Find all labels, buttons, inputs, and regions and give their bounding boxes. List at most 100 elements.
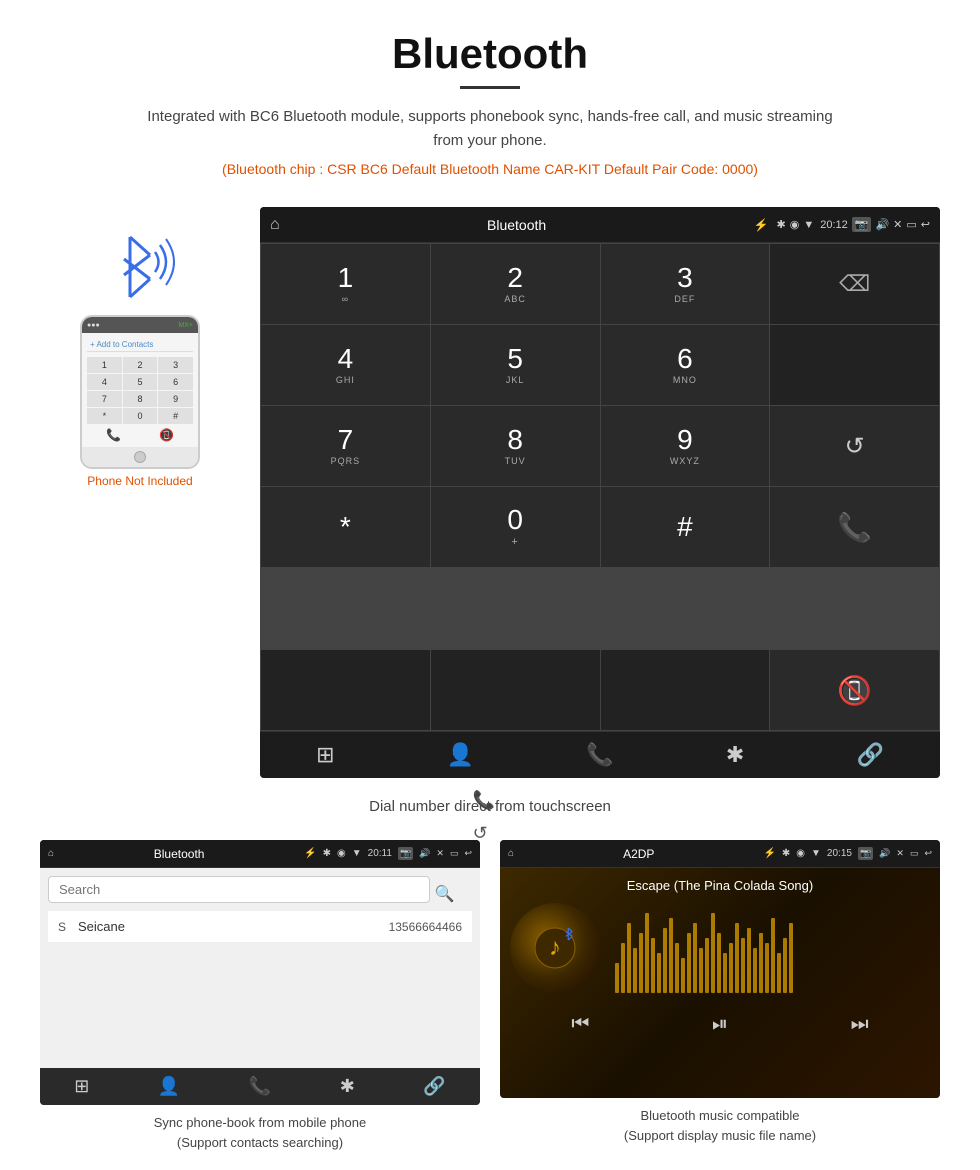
close-icon[interactable]: ✕	[893, 218, 902, 231]
pb-link-icon[interactable]: 🔗	[423, 1076, 445, 1097]
phonebook-search[interactable]	[48, 876, 430, 903]
bottom-contacts-icon[interactable]: 👤	[447, 742, 474, 768]
window-icon[interactable]: ▭	[906, 218, 916, 231]
contact-letter: S	[58, 920, 78, 934]
home-icon[interactable]: ⌂	[270, 216, 280, 234]
pb-win-icon[interactable]: ▭	[450, 848, 459, 859]
pb-right-refresh-icon[interactable]: ↺	[473, 840, 480, 844]
pb-close-icon[interactable]: ✕	[436, 848, 444, 859]
pb-loc-icon: ◉	[337, 848, 346, 859]
pb-cam-icon[interactable]: 📷	[398, 847, 413, 860]
dial-key-7[interactable]: 7 PQRS	[261, 406, 430, 486]
music-usb-icon: ⚡	[763, 848, 775, 859]
album-art: ♪	[510, 903, 600, 993]
music-controls: ⏮ ⏯ ⏭	[510, 1008, 930, 1041]
pb-status-bar: ⌂ Bluetooth ⚡ ✱ ◉ ▼ 20:11 📷 🔊 ✕ ▭ ↩	[40, 840, 480, 868]
pb-app-title: Bluetooth	[60, 847, 298, 861]
dial-key-refresh[interactable]: ↺	[770, 406, 939, 486]
music-home-icon[interactable]: ⌂	[508, 848, 514, 859]
smartphone-mock: ●●● MX+ + Add to Contacts 123 456 789 *0…	[80, 315, 200, 469]
dial-key-empty-last2	[431, 650, 600, 730]
prev-track-icon[interactable]: ⏮	[571, 1013, 589, 1036]
dial-key-8[interactable]: 8 TUV	[431, 406, 600, 486]
contact-name: Seicane	[78, 919, 389, 934]
sp-home-button	[134, 451, 146, 463]
dial-key-empty-last3	[601, 650, 770, 730]
music-cam-icon[interactable]: 📷	[858, 847, 873, 860]
back-icon[interactable]: ↩	[921, 218, 930, 231]
page-title: Bluetooth	[20, 30, 960, 78]
app-title: Bluetooth	[288, 217, 746, 233]
pb-caption-line1: Sync phone-book from mobile phone	[154, 1115, 366, 1130]
svg-text:♪: ♪	[549, 934, 561, 961]
phonebook-block: ⌂ Bluetooth ⚡ ✱ ◉ ▼ 20:11 📷 🔊 ✕ ▭ ↩ 🔍	[40, 840, 480, 1160]
contact-row[interactable]: S Seicane 13566664466	[48, 911, 472, 942]
music-loc-icon: ◉	[796, 848, 805, 859]
music-song-title: Escape (The Pina Colada Song)	[627, 878, 813, 893]
page-header: Bluetooth Integrated with BC6 Bluetooth …	[0, 0, 980, 197]
dialpad-grid: 1 ∞ 2 ABC 3 DEF ⌫ 4 GHI 5 JKL	[260, 243, 940, 649]
music-win-icon[interactable]: ▭	[910, 848, 919, 859]
pb-home-icon[interactable]: ⌂	[48, 848, 54, 859]
music-content: Escape (The Pina Colada Song) ♪	[500, 868, 940, 1098]
main-screen-area: ●●● MX+ + Add to Contacts 123 456 789 *0…	[0, 197, 980, 788]
bottom-screens: ⌂ Bluetooth ⚡ ✱ ◉ ▼ 20:11 📷 🔊 ✕ ▭ ↩ 🔍	[0, 830, 980, 1170]
dial-key-call[interactable]: 📞	[770, 487, 939, 567]
play-pause-icon[interactable]: ⏯	[712, 1013, 728, 1036]
dial-key-4[interactable]: 4 GHI	[261, 325, 430, 405]
phonebook-caption: Sync phone-book from mobile phone (Suppo…	[149, 1105, 371, 1160]
dial-key-end-call[interactable]: 📵	[770, 650, 939, 730]
pb-phone-icon[interactable]: 📞	[249, 1076, 271, 1097]
bottom-link-icon[interactable]: 🔗	[856, 742, 883, 768]
pb-vol-icon[interactable]: 🔊	[419, 848, 430, 859]
bluetooth-waves	[90, 227, 190, 307]
title-underline	[460, 86, 520, 89]
dial-key-0[interactable]: 0 +	[431, 487, 600, 567]
dial-key-3[interactable]: 3 DEF	[601, 244, 770, 324]
dial-key-2[interactable]: 2 ABC	[431, 244, 600, 324]
time-display: 20:12	[820, 219, 848, 231]
signal-icon: ▼	[803, 219, 814, 231]
music-back-icon[interactable]: ↩	[924, 848, 932, 859]
music-close-icon[interactable]: ✕	[896, 848, 904, 859]
next-track-icon[interactable]: ⏭	[851, 1013, 869, 1036]
phone-not-included: Phone Not Included	[87, 474, 192, 488]
bt-icon: ✱	[777, 218, 786, 231]
dial-key-empty-r2	[770, 325, 939, 405]
phonebook-screen: ⌂ Bluetooth ⚡ ✱ ◉ ▼ 20:11 📷 🔊 ✕ ▭ ↩ 🔍	[40, 840, 480, 1105]
bottom-bt-icon[interactable]: ✱	[726, 742, 744, 768]
dial-key-5[interactable]: 5 JKL	[431, 325, 600, 405]
dial-key-star[interactable]: *	[261, 487, 430, 567]
music-app-title: A2DP	[520, 847, 757, 861]
music-caption: Bluetooth music compatible (Support disp…	[619, 1098, 821, 1153]
pb-time: 20:11	[368, 848, 392, 859]
music-screen: ⌂ A2DP ⚡ ✱ ◉ ▼ 20:15 📷 🔊 ✕ ▭ ↩ Escape (T…	[500, 840, 940, 1098]
car-screen-dialpad: ⌂ Bluetooth ⚡ ✱ ◉ ▼ 20:12 📷 🔊 ✕ ▭ ↩ 1 ∞	[260, 207, 940, 778]
pb-sig-icon: ▼	[352, 848, 362, 859]
search-icon[interactable]: 🔍	[435, 884, 455, 904]
music-block: ⌂ A2DP ⚡ ✱ ◉ ▼ 20:15 📷 🔊 ✕ ▭ ↩ Escape (T…	[500, 840, 940, 1160]
volume-icon[interactable]: 🔊	[875, 218, 889, 231]
dial-key-empty-last1	[261, 650, 430, 730]
music-time: 20:15	[827, 848, 852, 859]
music-vol-icon[interactable]: 🔊	[879, 848, 890, 859]
dial-key-9[interactable]: 9 WXYZ	[601, 406, 770, 486]
pb-back-icon[interactable]: ↩	[464, 848, 472, 859]
dial-key-6[interactable]: 6 MNO	[601, 325, 770, 405]
dial-key-1[interactable]: 1 ∞	[261, 244, 430, 324]
bottom-grid-icon[interactable]: ⊞	[316, 742, 334, 768]
dial-key-hash[interactable]: #	[601, 487, 770, 567]
pb-grid-icon[interactable]: ⊞	[74, 1076, 89, 1097]
pb-caption-line2: (Support contacts searching)	[177, 1135, 343, 1150]
specs-line: (Bluetooth chip : CSR BC6 Default Blueto…	[20, 161, 960, 177]
pb-contacts-icon[interactable]: 👤	[158, 1076, 180, 1097]
music-center: ♪	[510, 903, 930, 993]
bottom-phone-icon[interactable]: 📞	[586, 742, 613, 768]
sp-dialpad: 123 456 789 *0#	[87, 357, 193, 424]
sp-add-contacts: + Add to Contacts	[87, 338, 193, 352]
pb-bt-icon[interactable]: ✱	[340, 1076, 355, 1097]
camera-icon[interactable]: 📷	[852, 217, 872, 232]
contact-phone: 13566664466	[389, 920, 462, 934]
dial-key-backspace[interactable]: ⌫	[770, 244, 939, 324]
music-caption-line2: (Support display music file name)	[624, 1128, 816, 1143]
